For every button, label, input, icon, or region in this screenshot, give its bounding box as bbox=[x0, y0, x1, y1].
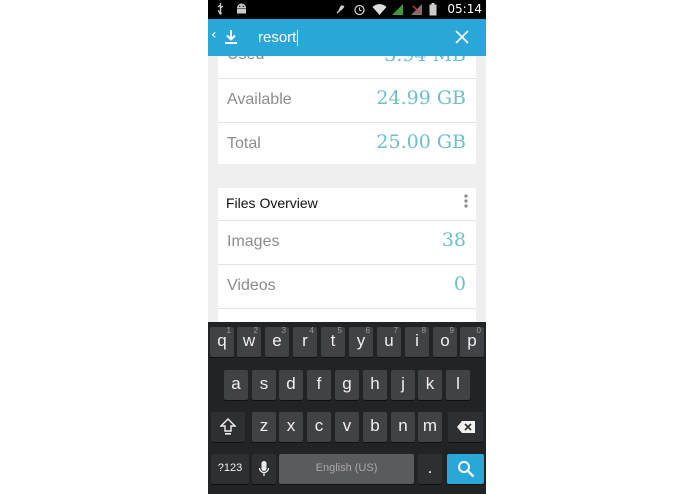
microphone-icon bbox=[258, 458, 270, 477]
row-label: Total bbox=[227, 135, 261, 152]
key-z[interactable]: z bbox=[252, 412, 276, 442]
list-item[interactable]: Videos 0 bbox=[218, 265, 476, 309]
list-item[interactable]: Available 24.99 GB bbox=[218, 79, 476, 123]
key-i[interactable]: i8 bbox=[405, 326, 429, 357]
key-t[interactable]: t5 bbox=[321, 326, 345, 357]
key-d[interactable]: d bbox=[279, 370, 303, 400]
files-overview-card: Files Overview Images 38 Videos 0 bbox=[218, 188, 476, 328]
key-b[interactable]: b bbox=[363, 412, 387, 442]
shift-icon bbox=[219, 416, 237, 435]
key-label: e bbox=[272, 331, 282, 350]
key-label: o bbox=[440, 331, 450, 350]
storage-card: Used 3.94 MB Available 24.99 GB Total 25… bbox=[218, 56, 476, 164]
row-label: Used bbox=[227, 56, 264, 64]
key-g[interactable]: g bbox=[335, 370, 359, 400]
wifi-icon bbox=[372, 3, 387, 16]
download-icon[interactable] bbox=[222, 28, 240, 46]
list-item[interactable]: Total 25.00 GB bbox=[218, 123, 476, 166]
key-hint: 5 bbox=[337, 326, 342, 335]
search-input-text: resort bbox=[258, 29, 297, 46]
status-bar: 05:14 bbox=[208, 0, 486, 19]
key-w[interactable]: w2 bbox=[237, 326, 261, 357]
key-label: y bbox=[356, 331, 366, 350]
key-hint: 4 bbox=[309, 326, 314, 335]
key-m[interactable]: m bbox=[418, 412, 442, 442]
key-label: t bbox=[330, 331, 336, 350]
period-key[interactable]: . bbox=[418, 454, 442, 484]
backspace-key[interactable] bbox=[448, 412, 483, 442]
search-key[interactable] bbox=[447, 454, 484, 484]
status-time: 05:14 bbox=[447, 2, 482, 16]
key-y[interactable]: y6 bbox=[349, 326, 373, 357]
key-hint: 2 bbox=[253, 326, 258, 335]
key-u[interactable]: u7 bbox=[377, 326, 401, 357]
key-label: i bbox=[415, 331, 419, 350]
key-e[interactable]: e3 bbox=[265, 326, 289, 357]
shift-key[interactable] bbox=[211, 412, 245, 442]
android-debug-icon bbox=[235, 2, 248, 15]
soft-keyboard: q1 w2 e3 r4 t5 y6 u7 i8 o9 p0 a s d f g … bbox=[208, 322, 486, 494]
key-hint: 6 bbox=[365, 326, 370, 335]
key-label: u bbox=[384, 331, 394, 350]
key-x[interactable]: x bbox=[279, 412, 303, 442]
key-f[interactable]: f bbox=[307, 370, 331, 400]
action-bar: ‹ resort bbox=[208, 19, 486, 56]
phone-screen: 05:14 ‹ resort Used 3.94 MB Available 24… bbox=[208, 0, 486, 494]
row-value: 38 bbox=[441, 229, 466, 251]
key-hint: 8 bbox=[421, 326, 426, 335]
row-value: 3.94 MB bbox=[384, 56, 466, 66]
key-hint: 1 bbox=[226, 326, 231, 335]
key-l[interactable]: l bbox=[446, 370, 470, 400]
symbols-key[interactable]: ?123 bbox=[211, 454, 249, 484]
key-k[interactable]: k bbox=[418, 370, 442, 400]
key-h[interactable]: h bbox=[363, 370, 387, 400]
alarm-icon bbox=[353, 3, 366, 16]
list-item[interactable]: Images 38 bbox=[218, 221, 476, 265]
row-label: Available bbox=[227, 91, 292, 108]
key-label: q bbox=[217, 331, 227, 350]
key-hint: 9 bbox=[449, 326, 454, 335]
key-c[interactable]: c bbox=[307, 412, 331, 442]
row-label: Images bbox=[227, 233, 280, 250]
key-n[interactable]: n bbox=[391, 412, 415, 442]
row-value: 0 bbox=[453, 273, 466, 295]
key-label: r bbox=[302, 331, 308, 350]
mute-icon bbox=[334, 3, 347, 16]
signal-icon bbox=[391, 3, 404, 16]
overflow-menu-icon[interactable] bbox=[464, 194, 468, 210]
key-s[interactable]: s bbox=[252, 370, 276, 400]
key-p[interactable]: p0 bbox=[460, 326, 484, 357]
card-title: Files Overview bbox=[226, 195, 318, 211]
key-v[interactable]: v bbox=[335, 412, 359, 442]
close-icon[interactable] bbox=[455, 29, 469, 44]
key-hint: 3 bbox=[281, 326, 286, 335]
signal-no-sim-icon bbox=[410, 3, 423, 16]
key-q[interactable]: q1 bbox=[210, 326, 234, 357]
list-item[interactable]: Used 3.94 MB bbox=[218, 56, 476, 79]
key-j[interactable]: j bbox=[391, 370, 415, 400]
back-caret-icon[interactable]: ‹ bbox=[211, 27, 217, 43]
key-a[interactable]: a bbox=[224, 370, 248, 400]
key-hint: 7 bbox=[393, 326, 398, 335]
row-value: 24.99 GB bbox=[376, 87, 466, 109]
key-label: p bbox=[467, 331, 477, 350]
card-header: Files Overview bbox=[218, 188, 476, 221]
usb-icon bbox=[214, 2, 227, 15]
key-o[interactable]: o9 bbox=[433, 326, 457, 357]
backspace-icon bbox=[456, 416, 476, 435]
voice-input-key[interactable] bbox=[252, 454, 276, 484]
key-r[interactable]: r4 bbox=[293, 326, 317, 357]
key-hint: 0 bbox=[476, 326, 481, 335]
text-cursor bbox=[297, 30, 299, 47]
space-key[interactable]: English (US) bbox=[279, 454, 414, 484]
battery-icon bbox=[429, 2, 437, 16]
search-icon bbox=[457, 458, 475, 477]
row-value: 25.00 GB bbox=[376, 131, 466, 153]
search-input[interactable]: resort bbox=[258, 28, 438, 48]
row-label: Videos bbox=[227, 277, 276, 294]
